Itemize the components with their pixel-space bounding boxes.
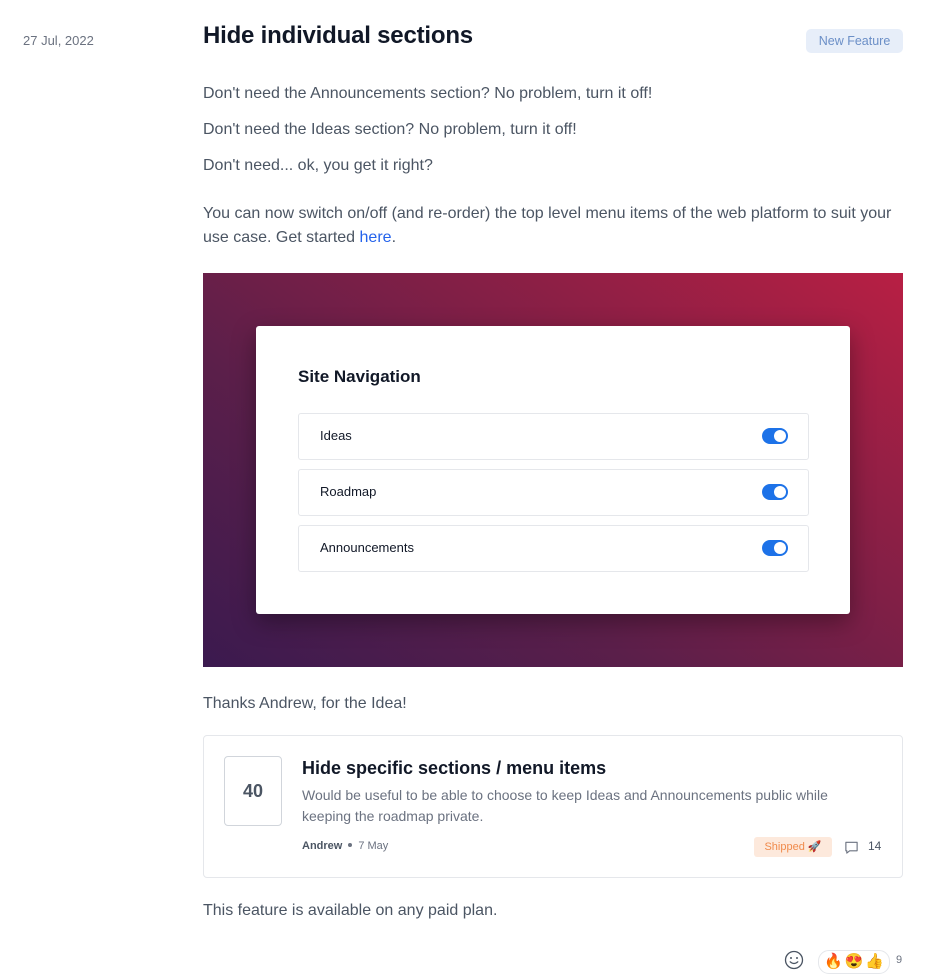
separator-dot [348, 843, 353, 848]
site-navigation-card: Site Navigation Ideas Roadmap Announceme… [256, 326, 850, 614]
idea-author: Andrew [302, 840, 343, 852]
toggle-knob [774, 430, 786, 442]
idea-meta: Andrew 7 May [302, 840, 388, 852]
reaction-count: 9 [896, 954, 903, 966]
toggle-switch [762, 540, 788, 556]
new-feature-badge[interactable]: New Feature [806, 29, 903, 53]
comment-count: 14 [868, 839, 882, 853]
paragraph-ideas: Don't need the Ideas section? No problem… [203, 121, 577, 138]
link-suffix: . [391, 229, 397, 246]
paragraph-you-get-it: Don't need... ok, you get it right? [203, 157, 433, 174]
toggle-knob [774, 542, 786, 554]
smiley-icon[interactable] [784, 950, 804, 970]
reaction-bar[interactable]: 🔥 😍 👍 [818, 950, 891, 974]
switch-text: You can now switch on/off (and re-order)… [203, 205, 892, 246]
here-link[interactable]: here [360, 229, 392, 246]
paragraph-switch: You can now switch on/off (and re-order)… [203, 202, 903, 250]
post-date: 27 Jul, 2022 [23, 33, 94, 48]
paragraph-announcements: Don't need the Announcements section? No… [203, 85, 653, 102]
nav-item-label: Roadmap [320, 484, 377, 499]
hero-image: Site Navigation Ideas Roadmap Announceme… [203, 273, 903, 667]
idea-card[interactable]: 40 Hide specific sections / menu items W… [203, 735, 903, 878]
status-badge: Shipped 🚀 [754, 837, 832, 857]
post-title: Hide individual sections [203, 22, 473, 49]
idea-title[interactable]: Hide specific sections / menu items [302, 758, 606, 779]
nav-item-roadmap: Roadmap [298, 469, 809, 516]
idea-date: 7 May [358, 840, 389, 852]
idea-description: Would be useful to be able to choose to … [302, 787, 828, 824]
site-navigation-title: Site Navigation [298, 367, 421, 386]
toggle-knob [774, 486, 786, 498]
nav-item-label: Ideas [320, 428, 352, 443]
heart-eyes-emoji-icon[interactable]: 😍 [845, 952, 864, 972]
nav-item-announcements: Announcements [298, 525, 809, 572]
nav-item-label: Announcements [320, 540, 414, 555]
thumbs-up-emoji-icon[interactable]: 👍 [865, 952, 884, 972]
thanks-text: Thanks Andrew, for the Idea! [203, 695, 407, 712]
comment-icon[interactable] [844, 840, 859, 855]
vote-count[interactable]: 40 [224, 756, 282, 826]
toggle-switch [762, 484, 788, 500]
toggle-switch [762, 428, 788, 444]
fire-emoji-icon[interactable]: 🔥 [824, 952, 843, 972]
availability-text: This feature is available on any paid pl… [203, 902, 498, 919]
nav-item-ideas: Ideas [298, 413, 809, 460]
